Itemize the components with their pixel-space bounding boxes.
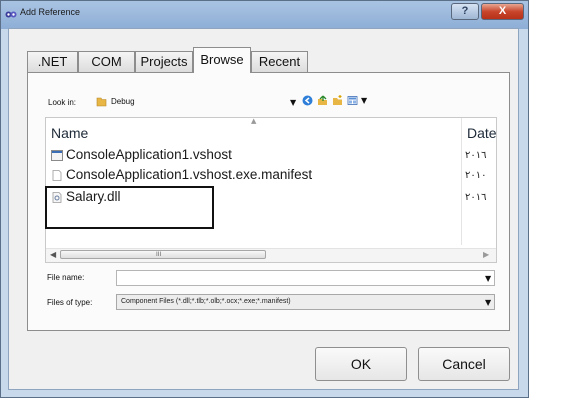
list-item-name: ConsoleApplication1.vshost: [66, 147, 232, 162]
folder-icon: [96, 97, 107, 107]
list-item-date: ٢٠١٦: [465, 192, 487, 203]
window-title: Add Reference: [20, 7, 81, 17]
up-folder-icon[interactable]: [317, 95, 328, 106]
files-of-type-label: Files of type:: [47, 298, 93, 307]
new-folder-icon[interactable]: [332, 95, 343, 106]
list-item-date: ٢٠١٦: [465, 150, 487, 161]
look-in-label: Look in:: [48, 98, 77, 107]
sort-arrow-icon: ▲: [251, 117, 257, 125]
title-bar[interactable]: Add Reference ? X: [1, 1, 528, 29]
scrollbar-grip: III: [156, 251, 162, 258]
column-divider[interactable]: [461, 118, 462, 245]
tab-browse[interactable]: Browse: [193, 47, 251, 73]
column-header-name[interactable]: Name: [51, 125, 88, 141]
close-button[interactable]: X: [481, 3, 524, 20]
exe-icon: [51, 150, 63, 161]
scroll-right-icon[interactable]: ▶: [483, 250, 489, 259]
window-controls: ? X: [451, 3, 524, 20]
tab-projects[interactable]: Projects: [135, 51, 193, 72]
list-item-name: ConsoleApplication1.vshost.exe.manifest: [66, 167, 313, 182]
file-name-label: File name:: [47, 273, 85, 282]
chevron-down-icon[interactable]: ▼: [290, 98, 296, 107]
view-menu-icon[interactable]: [347, 95, 358, 106]
look-in-value: Debug: [111, 97, 135, 106]
file-icon: [52, 170, 62, 181]
tab-com[interactable]: COM: [78, 51, 135, 72]
tab-dotnet[interactable]: .NET: [27, 51, 78, 72]
files-of-type-value: Component Files (*.dll;*.tlb;*.olb;*.ocx…: [121, 298, 291, 305]
back-icon[interactable]: [302, 95, 313, 106]
list-item-date: ٢٠١٠: [465, 170, 487, 181]
ok-button[interactable]: OK: [315, 347, 407, 381]
app-icon: [5, 11, 17, 18]
column-header-date[interactable]: Date: [467, 125, 497, 141]
file-name-chevron-down-icon[interactable]: ▼: [485, 274, 491, 283]
cancel-button[interactable]: Cancel: [418, 347, 510, 381]
help-button[interactable]: ?: [451, 3, 479, 20]
scroll-left-icon[interactable]: ◀: [50, 250, 56, 259]
highlight-annotation-box: [45, 186, 214, 229]
tab-recent[interactable]: Recent: [251, 51, 308, 72]
files-of-type-chevron-down-icon[interactable]: ▼: [485, 298, 491, 307]
view-dropdown-chevron-icon[interactable]: ▼: [361, 96, 367, 105]
scrollbar-thumb[interactable]: [60, 250, 266, 259]
file-name-input[interactable]: [116, 270, 495, 286]
